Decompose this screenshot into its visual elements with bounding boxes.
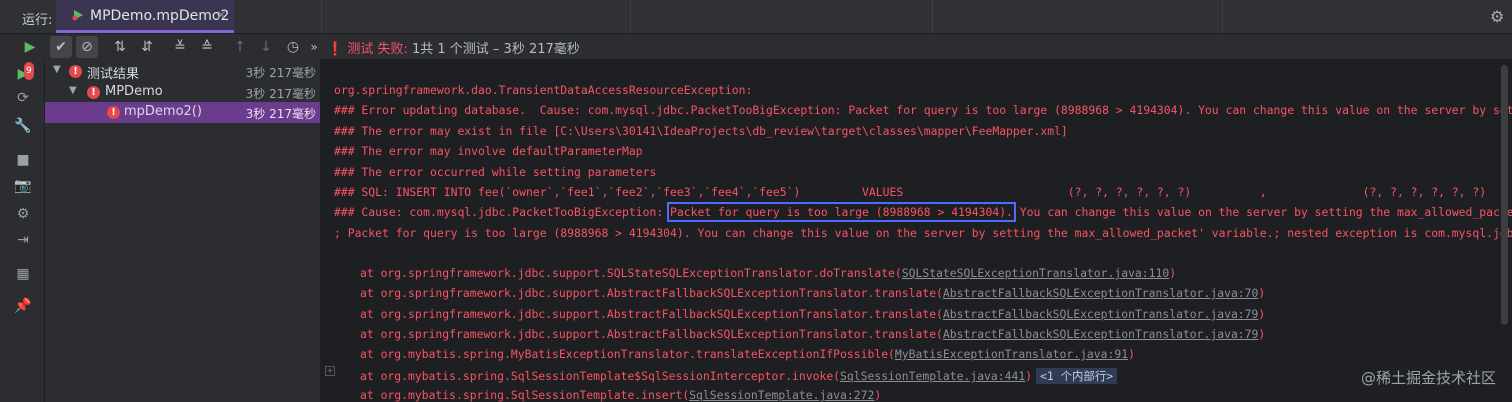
stack-frame: at org.mybatis.spring.MyBatisExceptionTr… <box>360 347 1135 361</box>
source-link[interactable]: SQLStateSQLExceptionTranslator.java:110 <box>902 266 1169 280</box>
history-icon[interactable]: ◷ <box>282 36 304 58</box>
stack-frame: at org.springframework.jdbc.support.Abst… <box>360 286 1265 300</box>
stack-frame: at org.mybatis.spring.SqlSessionTemplate… <box>360 388 881 402</box>
frame-text: at org.mybatis.spring.SqlSessionTemplate… <box>360 369 841 383</box>
sort-duration-icon[interactable]: ⇵ <box>136 36 158 58</box>
show-passed-toggle[interactable]: ✔ <box>50 36 72 58</box>
cause-suffix: You can change this value on the server … <box>1019 205 1512 219</box>
source-link[interactable]: MyBatisExceptionTranslator.java:91 <box>895 347 1128 361</box>
frame-text: at org.springframework.jdbc.support.Abst… <box>360 286 943 300</box>
fold-icon[interactable]: + <box>325 366 335 376</box>
rerun-icon[interactable]: ▶ <box>19 36 41 58</box>
tree-item-time: 3秒 217毫秒 <box>245 87 316 101</box>
test-results-tree: ▼ ! 测试结果 3秒 217毫秒 ▼ ! MPDemo 3秒 217毫秒 ! … <box>45 59 321 402</box>
error-icon: ❗ <box>327 42 344 57</box>
source-link[interactable]: AbstractFallbackSQLExceptionTranslator.j… <box>943 327 1258 341</box>
frame-end: ) <box>874 388 882 402</box>
frame-end: ) <box>1128 347 1135 361</box>
console-output[interactable]: org.springframework.dao.TransientDataAcc… <box>321 59 1512 402</box>
frame-end: ) <box>1258 307 1266 321</box>
expand-all-icon[interactable]: ≚ <box>169 36 191 58</box>
console-line: ; Packet for query is too large (8988968… <box>334 226 1512 240</box>
tree-item-time: 3秒 217毫秒 <box>245 66 316 80</box>
divider <box>321 0 322 33</box>
frame-text: at org.springframework.jdbc.support.Abst… <box>360 327 943 341</box>
test-run-icon <box>72 10 83 21</box>
side-action-strip: ▶ 9 ⟳ 🔧 ■ 📷 ⚙ ⇥ ▦ 📌 <box>0 59 45 402</box>
internal-lines-chip[interactable]: <1 个内部行> <box>1036 368 1118 384</box>
tree-item-label: mpDemo2() <box>124 104 202 119</box>
rerun-failed-icon[interactable]: ▶ 9 <box>14 62 34 83</box>
console-cause-line: ### Cause: com.mysql.jdbc.PacketTooBigEx… <box>334 202 1512 222</box>
run-label: 运行: <box>22 13 53 28</box>
status-summary: 1共 1 个测试 – 3秒 217毫秒 <box>411 42 580 57</box>
source-link[interactable]: SqlSessionTemplate.java:272 <box>689 388 874 402</box>
more-chevron[interactable]: » <box>303 36 325 58</box>
tree-item-time: 3秒 217毫秒 <box>245 107 316 121</box>
divider <box>932 0 933 33</box>
frame-text: at org.springframework.jdbc.support.Abst… <box>360 307 943 321</box>
frame-end: ) <box>1169 266 1177 280</box>
layout-icon[interactable]: ▦ <box>14 265 32 283</box>
wrench-icon[interactable]: 🔧 <box>14 117 32 135</box>
tab-mpdemo2[interactable]: MPDemo.mpDemo2 × <box>56 0 234 33</box>
error-icon: ! <box>107 106 120 119</box>
test-toolbar: ▶ ✔ ⊘ ⇅ ⇵ ≚ ≙ ↑ ↓ ◷ » <box>0 34 1512 59</box>
frame-end: ) <box>1258 286 1266 300</box>
next-failure-icon[interactable]: ↓ <box>255 36 277 58</box>
frame-text: at org.mybatis.spring.SqlSessionTemplate… <box>360 388 690 402</box>
camera-icon[interactable]: 📷 <box>14 177 32 195</box>
console-line: ### The error may exist in file [C:\User… <box>334 124 1068 138</box>
tree-item-label: 测试结果 <box>87 67 140 82</box>
source-link[interactable]: SqlSessionTemplate.java:441 <box>840 369 1025 383</box>
error-icon: ! <box>87 86 100 99</box>
watermark: @稀土掘金技术社区 <box>1360 369 1496 387</box>
tree-item-mpdemo2[interactable]: ! mpDemo2() 3秒 217毫秒 <box>45 102 320 123</box>
chevron-down-icon[interactable]: ▼ <box>53 64 61 75</box>
failed-count-badge: 9 <box>24 62 34 80</box>
source-link[interactable]: AbstractFallbackSQLExceptionTranslator.j… <box>943 307 1258 321</box>
divider <box>1222 0 1223 33</box>
stack-frame: at org.springframework.jdbc.support.Abst… <box>360 327 1265 341</box>
tab-active-indicator <box>56 30 234 33</box>
settings-icon[interactable]: ⚙ <box>14 205 32 223</box>
previous-failure-icon[interactable]: ↑ <box>229 36 251 58</box>
run-tool-window-header: 运行: MPDemo.mpDemo2 × ⚙ <box>0 0 1512 34</box>
stack-frame: at org.springframework.jdbc.support.Abst… <box>360 307 1265 321</box>
test-status: ❗ 测试 失败: 1共 1 个测试 – 3秒 217毫秒 <box>327 38 580 57</box>
console-line: ### The error may involve defaultParamet… <box>334 144 643 158</box>
stop-icon[interactable]: ■ <box>14 151 32 169</box>
highlighted-message: Packet for query is too large (8988968 >… <box>667 202 1016 222</box>
console-line: ### Error updating database. Cause: com.… <box>334 103 1512 117</box>
show-ignored-toggle[interactable]: ⊘ <box>76 36 98 58</box>
tab-title: MPDemo.mpDemo2 <box>90 8 230 24</box>
cause-prefix: ### Cause: com.mysql.jdbc.PacketTooBigEx… <box>334 205 671 219</box>
status-failed: 测试 失败: <box>347 42 408 57</box>
gear-icon[interactable]: ⚙ <box>1490 7 1504 26</box>
chevron-down-icon[interactable]: ▼ <box>69 85 77 96</box>
close-icon[interactable]: × <box>216 8 227 23</box>
sort-alpha-icon[interactable]: ⇅ <box>109 36 131 58</box>
tree-item-test-results[interactable]: ▼ ! 测试结果 3秒 217毫秒 <box>45 61 320 82</box>
vertical-scrollbar[interactable] <box>1501 65 1508 325</box>
frame-text: at org.mybatis.spring.MyBatisExceptionTr… <box>360 347 895 361</box>
tree-item-label: MPDemo <box>105 84 163 99</box>
frame-end: ) <box>1258 327 1266 341</box>
console-line: ### The error occurred while setting par… <box>334 165 657 179</box>
stack-frame: at org.mybatis.spring.SqlSessionTemplate… <box>360 368 1118 384</box>
tree-item-mpdemo[interactable]: ▼ ! MPDemo 3秒 217毫秒 <box>45 82 320 103</box>
source-link[interactable]: AbstractFallbackSQLExceptionTranslator.j… <box>943 286 1258 300</box>
stack-frame: at org.springframework.jdbc.support.SQLS… <box>360 266 1176 280</box>
pin-icon[interactable]: 📌 <box>14 297 32 315</box>
import-icon[interactable]: ⇥ <box>14 231 32 249</box>
error-icon: ! <box>69 65 82 78</box>
console-line: org.springframework.dao.TransientDataAcc… <box>334 83 753 97</box>
console-line: ### SQL: INSERT INTO fee(`owner`,`fee1`,… <box>334 185 1512 199</box>
frame-text: at org.springframework.jdbc.support.SQLS… <box>360 266 902 280</box>
collapse-all-icon[interactable]: ≙ <box>196 36 218 58</box>
frame-end: ) <box>1025 369 1033 383</box>
divider <box>630 0 631 33</box>
toggle-auto-test-icon[interactable]: ⟳ <box>14 89 32 107</box>
